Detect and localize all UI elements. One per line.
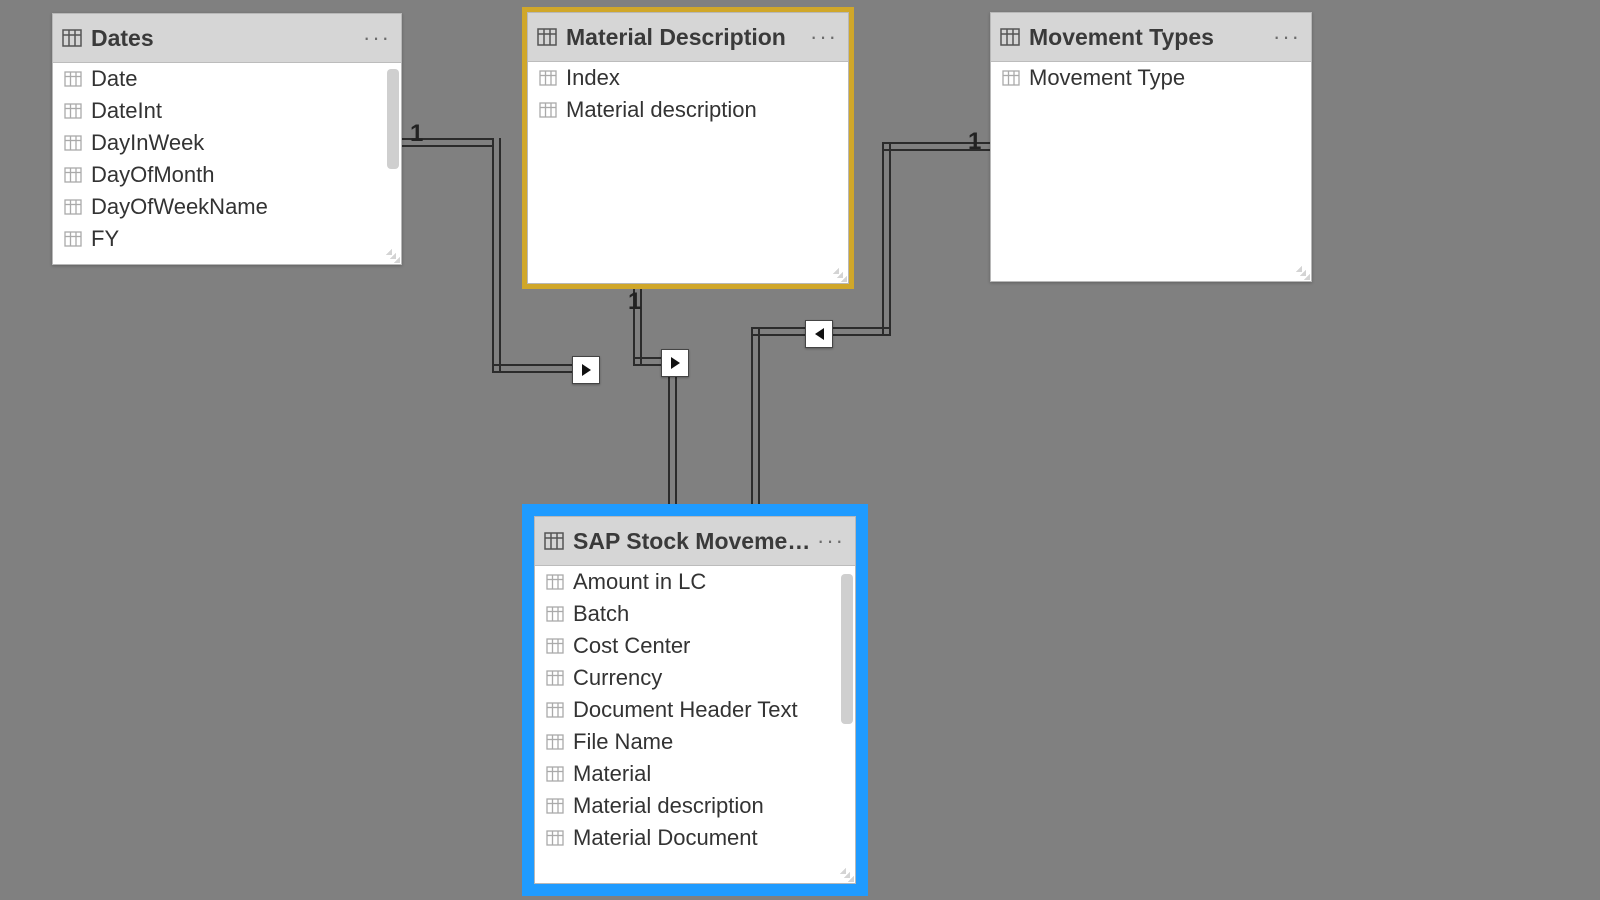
column-icon [538, 101, 558, 119]
rel-material-arrow[interactable] [661, 349, 689, 377]
column-icon [1001, 69, 1021, 87]
scrollbar-thumb[interactable] [841, 574, 853, 724]
scrollbar-thumb[interactable] [387, 69, 399, 169]
field-name: FY [91, 226, 119, 252]
table-movement-header[interactable]: Movement Types ··· [991, 13, 1311, 62]
table-dates-more-icon[interactable]: ··· [361, 33, 393, 43]
column-icon [545, 765, 565, 783]
resize-grip[interactable] [833, 268, 847, 282]
field-name: DayOfMonth [91, 162, 215, 188]
field-name: Material description [566, 97, 757, 123]
rel-mov-arrow[interactable] [805, 320, 833, 348]
table-material-title: Material Description [566, 24, 808, 51]
column-icon [538, 69, 558, 87]
column-icon [63, 198, 83, 216]
table-dates[interactable]: Dates ··· Date DateInt DayInWeek DayOfMonth… [52, 13, 402, 265]
field-row[interactable]: Material description [535, 790, 855, 822]
field-row[interactable]: File Name [535, 726, 855, 758]
table-movement-field-list[interactable]: Movement Type [991, 62, 1311, 281]
table-sap-title: SAP Stock Movements [573, 528, 815, 555]
field-name: Batch [573, 601, 629, 627]
column-icon [63, 102, 83, 120]
table-material-more-icon[interactable]: ··· [808, 32, 840, 42]
field-name: Cost Center [573, 633, 690, 659]
table-icon [999, 27, 1021, 47]
column-icon [545, 733, 565, 751]
field-name: Material description [573, 793, 764, 819]
field-row[interactable]: Currency [535, 662, 855, 694]
rel-mov-sap-seg4[interactable] [751, 327, 753, 507]
field-row[interactable]: Batch [535, 598, 855, 630]
rel-dates-sap-seg2[interactable] [492, 138, 494, 371]
field-row[interactable]: Date [53, 63, 401, 95]
table-dates-field-list[interactable]: Date DateInt DayInWeek DayOfMonth DayOfWeekN… [53, 63, 401, 264]
field-name: Currency [573, 665, 662, 691]
table-icon [543, 531, 565, 551]
field-row[interactable]: Document Header Text [535, 694, 855, 726]
table-sap-field-list[interactable]: Amount in LC Batch Cost Center Currency Docu… [535, 566, 855, 883]
table-sap-header[interactable]: SAP Stock Movements ··· [535, 517, 855, 566]
table-movement-more-icon[interactable]: ··· [1271, 32, 1303, 42]
field-row[interactable]: Material [535, 758, 855, 790]
field-name: Movement Type [1029, 65, 1185, 91]
table-dates-header[interactable]: Dates ··· [53, 14, 401, 63]
field-row[interactable]: DayOfWeekName [53, 191, 401, 223]
column-icon [63, 70, 83, 88]
resize-grip[interactable] [840, 868, 854, 882]
rel-merge-drop-left[interactable] [668, 357, 670, 507]
column-icon [63, 230, 83, 248]
table-material-description[interactable]: Material Description ··· Index Material d… [527, 12, 849, 284]
model-canvas[interactable]: 1 1 1 Dates ··· DateDateIntD [0, 0, 1600, 900]
field-row[interactable]: DateInt [53, 95, 401, 127]
column-icon [545, 829, 565, 847]
table-movement-types[interactable]: Movement Types ··· Movement Type [990, 12, 1312, 282]
field-name: Index [566, 65, 620, 91]
field-row[interactable]: DayInWeek [53, 127, 401, 159]
column-icon [545, 573, 565, 591]
column-icon [63, 134, 83, 152]
field-name: Material Document [573, 825, 758, 851]
rel-dates-arrow[interactable] [572, 356, 600, 384]
field-name: DayInWeek [91, 130, 204, 156]
field-row[interactable]: Index [528, 62, 848, 94]
table-sap-more-icon[interactable]: ··· [815, 536, 847, 546]
table-material-header[interactable]: Material Description ··· [528, 13, 848, 62]
field-row[interactable]: FY [53, 223, 401, 255]
rel-material-card-one: 1 [628, 288, 641, 316]
column-icon [545, 605, 565, 623]
field-name: Document Header Text [573, 697, 798, 723]
field-row[interactable]: Cost Center [535, 630, 855, 662]
field-row[interactable]: Movement Type [991, 62, 1311, 94]
rel-mov-card-one: 1 [968, 128, 981, 156]
field-name: Amount in LC [573, 569, 706, 595]
column-icon [545, 669, 565, 687]
column-icon [545, 637, 565, 655]
table-icon [536, 27, 558, 47]
table-icon [61, 28, 83, 48]
column-icon [545, 701, 565, 719]
column-icon [545, 797, 565, 815]
field-name: DateInt [91, 98, 162, 124]
column-icon [63, 166, 83, 184]
field-row[interactable]: Material Document [535, 822, 855, 854]
field-row[interactable]: Material description [528, 94, 848, 126]
field-name: Date [91, 66, 137, 92]
field-name: File Name [573, 729, 673, 755]
table-dates-title: Dates [91, 25, 361, 52]
resize-grip[interactable] [1296, 266, 1310, 280]
rel-dates-card-one: 1 [410, 120, 423, 148]
table-movement-title: Movement Types [1029, 24, 1271, 51]
field-row[interactable]: DayOfMonth [53, 159, 401, 191]
field-name: DayOfWeekName [91, 194, 268, 220]
table-material-field-list[interactable]: Index Material description [528, 62, 848, 283]
field-name: Material [573, 761, 651, 787]
field-row[interactable]: Amount in LC [535, 566, 855, 598]
resize-grip[interactable] [386, 249, 400, 263]
table-sap-stock-movements[interactable]: SAP Stock Movements ··· Amount in LC Batc… [534, 516, 856, 884]
rel-mov-sap-seg2[interactable] [882, 142, 884, 334]
